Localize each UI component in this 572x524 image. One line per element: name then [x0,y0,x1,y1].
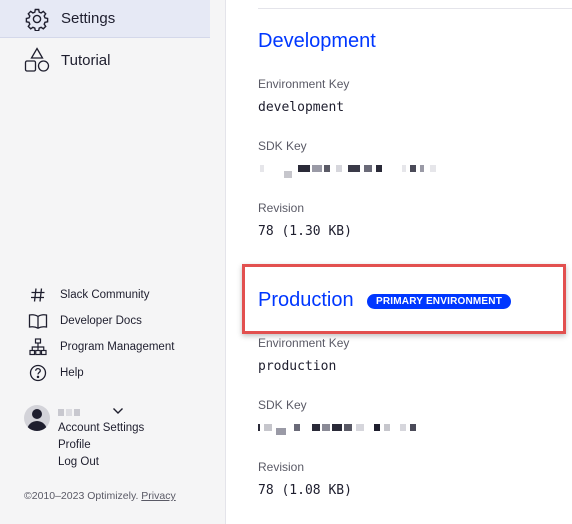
revision-label: Revision [258,460,305,474]
privacy-link[interactable]: Privacy [141,490,175,502]
sidebar-item-label: Tutorial [61,51,111,69]
sidebar-link-slack-community[interactable]: Slack Community [0,283,210,307]
sdk-key-label: SDK Key [258,398,307,412]
org-chart-icon [28,337,48,357]
environment-title: Development [258,30,376,52]
divider [258,8,572,9]
environment-key-value: development [258,100,345,115]
sidebar: Settings Tutorial Slack Community Develo… [0,0,226,524]
user-name-redacted [58,409,80,416]
sidebar-item-tutorial[interactable]: Tutorial [0,41,210,79]
environment-key-label: Environment Key [258,77,350,91]
sdk-key-redacted [258,424,423,435]
question-icon [28,363,48,383]
main-content: Development Environment Key development … [227,0,572,524]
primary-environment-badge: PRIMARY ENVIRONMENT [367,294,512,309]
book-icon [28,311,48,331]
sidebar-link-label: Program Management [60,341,175,353]
revision-label: Revision [258,201,305,215]
gear-icon [24,6,50,32]
revision-value: 78 (1.30 KB) [258,224,352,239]
environment-key-label: Environment Key [258,336,350,350]
copyright-text: ©2010–2023 Optimizely. [24,490,139,502]
account-settings-link[interactable]: Account Settings [58,422,144,434]
sdk-key-label: SDK Key [258,139,307,153]
footer: ©2010–2023 Optimizely. Privacy [24,490,176,502]
sidebar-link-developer-docs[interactable]: Developer Docs [0,309,210,333]
chevron-down-icon[interactable] [111,404,125,418]
sdk-key-redacted [258,165,438,178]
user-avatar-icon[interactable] [24,405,50,431]
environment-title: Production [258,289,354,311]
profile-link[interactable]: Profile [58,439,91,451]
sidebar-link-label: Help [60,367,84,379]
environment-key-value: production [258,359,337,374]
revision-value: 78 (1.08 KB) [258,483,352,498]
sidebar-item-settings[interactable]: Settings [0,0,210,38]
sidebar-link-label: Developer Docs [60,315,142,327]
log-out-link[interactable]: Log Out [58,456,99,468]
hash-icon [28,285,48,305]
sidebar-link-help[interactable]: Help [0,361,210,385]
sidebar-link-program-management[interactable]: Program Management [0,335,210,359]
shapes-icon [24,47,50,73]
sidebar-link-label: Slack Community [60,289,150,301]
sidebar-item-label: Settings [61,10,116,27]
